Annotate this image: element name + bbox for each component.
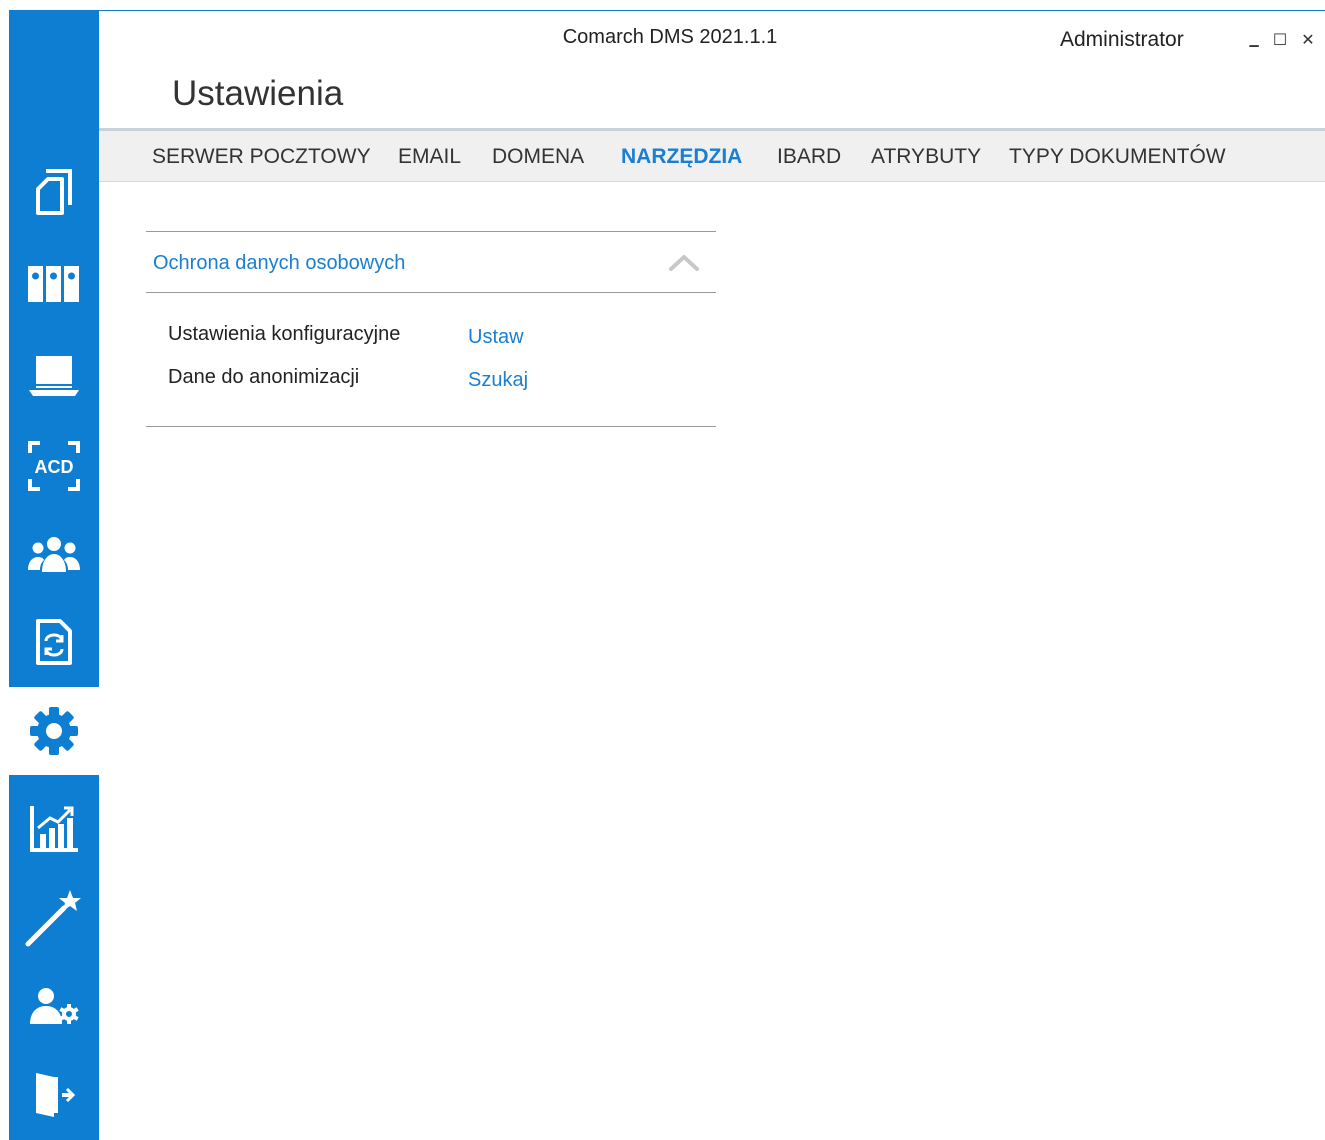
sidebar-item-reports[interactable]: [9, 785, 99, 873]
maximize-icon: ☐: [1272, 32, 1288, 49]
sidebar-item-user-settings[interactable]: [9, 962, 99, 1050]
tab-ibard[interactable]: IBARD: [777, 145, 841, 169]
ocr-label: ACD: [35, 457, 74, 477]
szukaj-link[interactable]: Szukaj: [468, 369, 528, 392]
window-top-border: [99, 10, 1325, 11]
sidebar-item-settings[interactable]: [9, 687, 99, 775]
document-sync-icon: [36, 619, 72, 665]
sidebar-item-logout[interactable]: [9, 1050, 99, 1138]
user-settings-icon: [30, 988, 79, 1024]
maximize-button[interactable]: ☐: [1270, 30, 1290, 50]
app-title: Comarch DMS 2021.1.1: [562, 26, 778, 48]
tabs-bar: SERWER POCZTOWY EMAIL DOMENA NARZĘDZIA I…: [99, 128, 1325, 182]
row-label-config: Ustawienia konfiguracyjne: [168, 323, 401, 345]
magic-wand-icon: [25, 890, 81, 947]
chart-icon: [30, 806, 78, 852]
ustaw-link[interactable]: Ustaw: [468, 326, 524, 349]
app-window: ACD Comarch DMS 2021.1.1 Administrator ▁…: [0, 0, 1325, 1140]
minimize-button[interactable]: ▁: [1244, 30, 1264, 50]
gear-icon: [30, 707, 78, 755]
tab-narzedzia[interactable]: NARZĘDZIA: [621, 145, 742, 169]
sidebar-item-documents[interactable]: [9, 148, 99, 236]
user-name[interactable]: Administrator: [1060, 28, 1184, 52]
section-title: Ochrona danych osobowych: [153, 252, 406, 274]
sidebar-item-wizard[interactable]: [9, 874, 99, 962]
binders-icon: [28, 266, 79, 302]
laptop-icon: [29, 356, 79, 396]
gdpr-section: Ochrona danych osobowych Ustawienia konf…: [146, 231, 716, 427]
users-group-icon: [28, 537, 80, 572]
sidebar-item-binders[interactable]: [9, 240, 99, 328]
tab-domena[interactable]: DOMENA: [492, 145, 584, 169]
sidebar-item-users[interactable]: [9, 510, 99, 598]
close-button[interactable]: ✕: [1298, 30, 1318, 50]
chevron-up-icon[interactable]: [668, 252, 700, 272]
section-header[interactable]: Ochrona danych osobowych: [146, 231, 716, 293]
sidebar-item-document-sync[interactable]: [9, 598, 99, 686]
page-title: Ustawienia: [172, 74, 344, 113]
tab-email[interactable]: EMAIL: [398, 145, 461, 169]
exit-door-icon: [36, 1073, 76, 1117]
close-icon: ✕: [1301, 32, 1315, 49]
sidebar: ACD: [9, 10, 99, 1140]
tab-serwer-pocztowy[interactable]: SERWER POCZTOWY: [152, 145, 371, 169]
row-label-anonymization: Dane do anonimizacji: [168, 366, 360, 388]
documents-icon: [36, 169, 72, 215]
section-body: Ustawienia konfiguracyjne Ustaw Dane do …: [146, 293, 716, 427]
sidebar-item-ocr[interactable]: ACD: [9, 422, 99, 510]
ocr-acd-icon: ACD: [28, 441, 80, 491]
sidebar-item-laptop[interactable]: [9, 332, 99, 420]
tab-typy-dokumentow[interactable]: TYPY DOKUMENTÓW: [1009, 145, 1226, 169]
minimize-icon: ▁: [1249, 33, 1259, 47]
tab-atrybuty[interactable]: ATRYBUTY: [871, 145, 981, 169]
